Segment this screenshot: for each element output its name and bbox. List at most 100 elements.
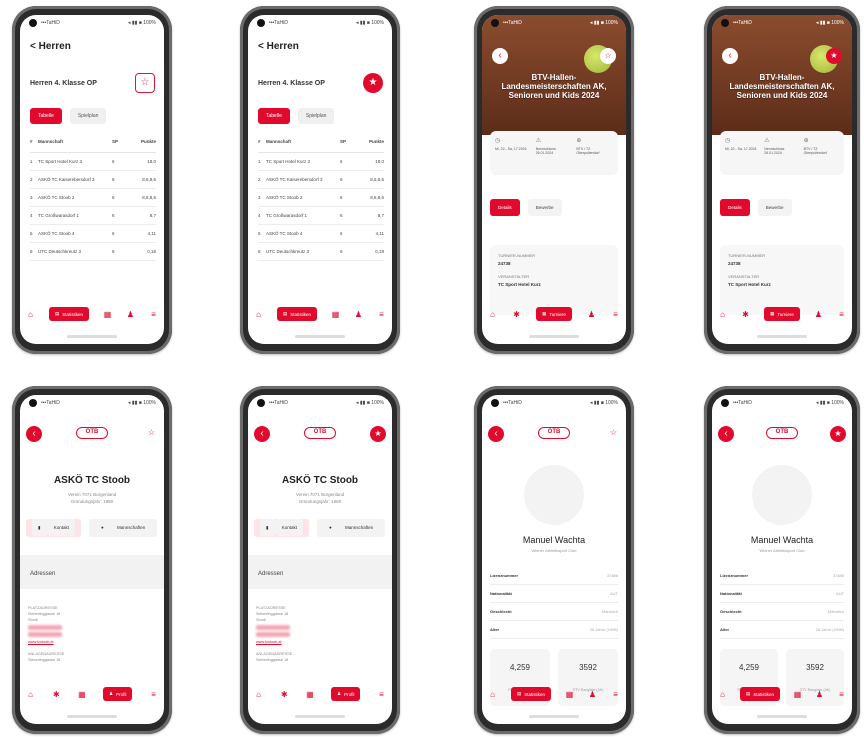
tab-tabelle[interactable]: Tabelle bbox=[258, 108, 290, 124]
table-row[interactable]: 2 ASKÖ TC Kaiserebersdorf 3 6 8,6,8,6 bbox=[30, 171, 156, 189]
table-row[interactable]: 3 ASKÖ TC Stoob 2 6 8,6,8,6 bbox=[258, 189, 384, 207]
menu-icon[interactable]: ≡ bbox=[149, 690, 158, 699]
profile-icon[interactable]: ♟ bbox=[588, 690, 597, 699]
cell: 6 bbox=[30, 249, 33, 254]
favorite-star-icon[interactable]: ☆ bbox=[148, 428, 155, 437]
home-icon[interactable]: ⌂ bbox=[254, 690, 263, 699]
nav-turniere[interactable]: ▦ Turniere bbox=[764, 307, 800, 321]
table-row[interactable]: 6 UTC Deutschkreutz 3 6 0,18 bbox=[30, 243, 156, 261]
nav-statistiken[interactable]: ▤ Statistiken bbox=[510, 687, 552, 701]
warning-icon: ⚠ bbox=[535, 138, 542, 144]
nav-turniere[interactable]: ▦ Turniere bbox=[536, 307, 572, 321]
table-header: # Mannschaft SP Punkte bbox=[30, 139, 156, 153]
home-icon[interactable]: ⌂ bbox=[26, 310, 35, 319]
menu-icon[interactable]: ≡ bbox=[611, 690, 620, 699]
favorite-star-icon[interactable]: ★ bbox=[826, 48, 842, 64]
back-icon[interactable]: ‹ bbox=[492, 48, 508, 64]
favorite-star-icon[interactable]: ☆ bbox=[600, 48, 616, 64]
back-icon[interactable]: ‹ bbox=[718, 426, 734, 442]
table-row[interactable]: 2 ASKÖ TC Kaiserebersdorf 3 6 8,6,8,6 bbox=[258, 171, 384, 189]
tab-mannschaften[interactable]: ● Mannschaften bbox=[89, 519, 158, 537]
detail-value: 26 Jahre (1998) bbox=[815, 627, 844, 632]
profile-icon[interactable]: ♟ bbox=[815, 690, 824, 699]
profile-icon[interactable]: ♟ bbox=[354, 310, 363, 319]
nav-profil[interactable]: ♟ Profil bbox=[103, 687, 133, 701]
table-row[interactable]: 1 TC Sport Hotel Kurz 3 6 18,0 bbox=[30, 153, 156, 171]
contact-icon: ▮ bbox=[260, 519, 276, 536]
stats-icon[interactable]: ✱ bbox=[741, 310, 750, 319]
tab-details[interactable]: Details bbox=[720, 199, 750, 216]
back-icon[interactable]: ‹ bbox=[26, 426, 42, 442]
cell: TC Großwarasdorf 1 bbox=[266, 213, 308, 218]
calendar-icon[interactable]: ▦ bbox=[103, 310, 112, 319]
calendar-icon[interactable]: ▦ bbox=[77, 690, 86, 699]
calendar-icon[interactable]: ▦ bbox=[565, 690, 574, 699]
calendar-icon[interactable]: ▦ bbox=[793, 690, 802, 699]
league-title: Herren 4. Klasse OP bbox=[30, 80, 97, 87]
table-row[interactable]: 1 TC Sport Hotel Kurz 3 6 18,0 bbox=[258, 153, 384, 171]
event-title: BTV-Hallen-Landesmeisterschaften AK, Sen… bbox=[729, 73, 835, 100]
tab-kontakt[interactable]: ▮ Kontakt bbox=[254, 519, 309, 537]
home-icon[interactable]: ⌂ bbox=[718, 690, 727, 699]
favorite-star-icon[interactable]: ★ bbox=[370, 426, 386, 442]
profile-icon[interactable]: ♟ bbox=[587, 310, 596, 319]
calendar-icon[interactable]: ▦ bbox=[331, 310, 340, 319]
tab-spielplan[interactable]: Spielplan bbox=[297, 108, 335, 124]
tab-details[interactable]: Details bbox=[490, 199, 520, 216]
stats-icon[interactable]: ✱ bbox=[52, 690, 61, 699]
phone-player-1: •••TaHiD ◂ ▮▮ ■ 100% ‹ ÖTB ☆ Manuel Wacht… bbox=[474, 386, 634, 734]
favorite-star-icon[interactable]: ★ bbox=[830, 426, 846, 442]
tab-bewerbe[interactable]: Bewerbe bbox=[527, 199, 562, 216]
stats-icon[interactable]: ✱ bbox=[280, 690, 289, 699]
avatar bbox=[752, 465, 812, 525]
table-row[interactable]: 6 UTC Deutschkreutz 3 6 0,18 bbox=[258, 243, 384, 261]
home-icon[interactable]: ⌂ bbox=[254, 310, 263, 319]
back-icon[interactable]: ‹ bbox=[488, 426, 504, 442]
profile-icon[interactable]: ♟ bbox=[126, 310, 135, 319]
cell: 4 bbox=[258, 213, 261, 218]
table-row[interactable]: 4 TC Großwarasdorf 1 6 8,7 bbox=[258, 207, 384, 225]
menu-icon[interactable]: ≡ bbox=[149, 310, 158, 319]
stats-icon[interactable]: ✱ bbox=[512, 310, 521, 319]
nav-statistiken[interactable]: ▤ Statistiken bbox=[276, 307, 318, 321]
cell: TC Sport Hotel Kurz 3 bbox=[38, 159, 83, 164]
detail-key: Lizenznummer bbox=[720, 573, 749, 578]
nav-statistiken[interactable]: ▤ Statistiken bbox=[739, 687, 781, 701]
table-row[interactable]: 5 ASKÖ TC Stoob 4 6 4,11 bbox=[30, 225, 156, 243]
back-icon[interactable]: ‹ bbox=[254, 426, 270, 442]
avatar bbox=[524, 465, 584, 525]
tab-mannschaften[interactable]: ● Mannschaften bbox=[317, 519, 386, 537]
menu-icon[interactable]: ≡ bbox=[837, 690, 846, 699]
profile-icon[interactable]: ♟ bbox=[814, 310, 823, 319]
website-link[interactable]: www.tcstoob.at bbox=[256, 639, 384, 645]
tab-spielplan[interactable]: Spielplan bbox=[69, 108, 107, 124]
nav-profil[interactable]: ♟ Profil bbox=[331, 687, 361, 701]
back-title[interactable]: < Herren bbox=[30, 41, 71, 52]
favorite-star-icon[interactable]: ★ bbox=[363, 73, 383, 93]
tab-bewerbe[interactable]: Bewerbe bbox=[757, 199, 792, 216]
menu-icon[interactable]: ≡ bbox=[837, 310, 846, 319]
home-icon[interactable]: ⌂ bbox=[718, 310, 727, 319]
table-row[interactable]: 3 ASKÖ TC Stoob 2 6 8,6,8,6 bbox=[30, 189, 156, 207]
club-region: Verein 7071 Burgenland bbox=[67, 492, 117, 497]
status-right: ◂ ▮▮ ■ 100% bbox=[590, 400, 618, 406]
home-icon[interactable]: ⌂ bbox=[488, 690, 497, 699]
contact-icon: ▮ bbox=[32, 519, 48, 536]
table-row[interactable]: 4 TC Großwarasdorf 1 6 8,7 bbox=[30, 207, 156, 225]
calendar-icon[interactable]: ▦ bbox=[305, 690, 314, 699]
home-icon[interactable]: ⌂ bbox=[26, 690, 35, 699]
website-link[interactable]: www.tcstoob.at bbox=[28, 639, 156, 645]
table-row[interactable]: 5 ASKÖ TC Stoob 4 6 4,11 bbox=[258, 225, 384, 243]
nav-statistiken[interactable]: ▤ Statistiken bbox=[48, 307, 90, 321]
home-icon[interactable]: ⌂ bbox=[488, 310, 497, 319]
favorite-star-icon[interactable]: ☆ bbox=[610, 428, 617, 437]
menu-icon[interactable]: ≡ bbox=[611, 310, 620, 319]
menu-icon[interactable]: ≡ bbox=[377, 690, 386, 699]
back-icon[interactable]: ‹ bbox=[722, 48, 738, 64]
tab-tabelle[interactable]: Tabelle bbox=[30, 108, 62, 124]
back-title[interactable]: < Herren bbox=[258, 41, 299, 52]
tab-kontakt[interactable]: ▮ Kontakt bbox=[26, 519, 81, 537]
detail-value: AUT bbox=[610, 591, 618, 596]
favorite-star-icon[interactable]: ☆ bbox=[135, 73, 155, 93]
menu-icon[interactable]: ≡ bbox=[377, 310, 386, 319]
